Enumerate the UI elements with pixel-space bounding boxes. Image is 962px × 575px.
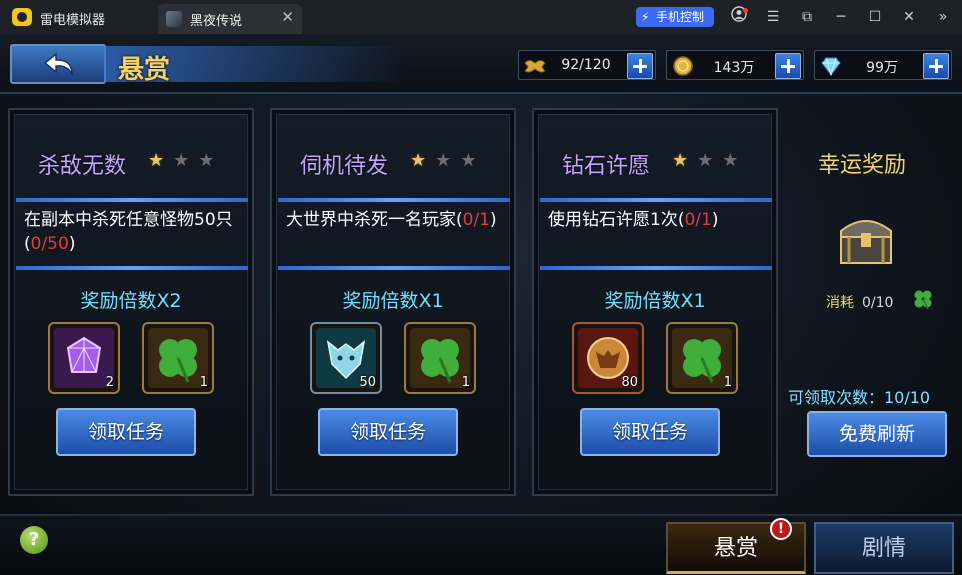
divider (540, 266, 772, 270)
close-icon[interactable]: ✕ (898, 6, 920, 28)
reward-item-gem[interactable]: 2 (48, 322, 120, 394)
divider (278, 266, 510, 270)
reward-multiplier: 奖励倍数X1 (342, 290, 444, 312)
reward-count: 1 (199, 375, 208, 390)
quest-card-2: 伺机待发 ★★★ 大世界中杀死一名玩家(0/1) 奖励倍数X1 50 1 领取任… (270, 108, 516, 496)
cost-value: 0/10 (862, 295, 894, 311)
divider (16, 198, 248, 202)
lightning-icon: ⚡ (641, 10, 650, 24)
emulator-title-bar: 雷电模拟器 黑夜传说 ✕ ⚡ 手机控制 ☰ ⧉ ─ ☐ ✕ » (0, 0, 962, 34)
reward-count: 80 (621, 375, 638, 390)
quest-stars: ★★★ (672, 150, 747, 171)
cost-label: 消耗 (826, 295, 854, 311)
quest-description: 大世界中杀死一名玩家(0/1) (286, 208, 510, 232)
reward-multiplier: 奖励倍数X2 (80, 290, 182, 312)
divider (540, 198, 772, 202)
quest-card-3: 钻石许愿 ★★★ 使用钻石许愿1次(0/1) 奖励倍数X1 80 1 领取任务 (532, 108, 778, 496)
star-icon: ★ (198, 150, 224, 171)
page-title: 悬赏 (118, 55, 171, 85)
star-icon: ★ (672, 150, 698, 171)
star-icon: ★ (148, 150, 174, 171)
stamina-icon (524, 60, 546, 73)
reward-multiplier: 奖励倍数X1 (604, 290, 706, 312)
lucky-reward-title: 幸运奖励 (818, 153, 907, 178)
reward-item-beast[interactable]: 80 (572, 322, 644, 394)
quest-desc-text: 使用钻石许愿1次( (548, 210, 685, 230)
clover-icon (914, 290, 932, 310)
tab-close-icon[interactable]: ✕ (281, 8, 294, 26)
stamina-value: 92/120 (561, 57, 611, 73)
quest-stars: ★★★ (410, 150, 485, 171)
reward-item-clover[interactable]: 1 (404, 322, 476, 394)
reward-count: 2 (105, 375, 114, 390)
gold-value: 143万 (713, 60, 755, 76)
star-icon: ★ (722, 150, 748, 171)
bottom-bar: ? 悬赏 剧情 (0, 514, 962, 575)
add-diamond-button[interactable] (923, 53, 949, 79)
tab-label: 黑夜传说 (190, 14, 243, 29)
quest-desc-text: 大世界中杀死一名玩家( (286, 210, 463, 230)
quest-title: 钻石许愿 (562, 154, 651, 179)
quest-title: 杀敌无数 (38, 154, 127, 179)
back-button[interactable] (10, 44, 106, 84)
quest-progress: 0/50 (30, 234, 69, 254)
reward-item-clover[interactable]: 1 (666, 322, 738, 394)
lucky-cost: 消耗 0/10 (826, 292, 893, 312)
reward-count: 50 (359, 375, 376, 390)
divider (16, 266, 248, 270)
quest-progress: 0/1 (684, 210, 712, 230)
add-gold-button[interactable] (775, 53, 801, 79)
quest-description: 在副本中杀死任意怪物50只(0/50) (24, 208, 248, 256)
quest-desc-suffix: ) (711, 210, 719, 230)
minimize-icon[interactable]: ─ (830, 6, 852, 28)
user-icon[interactable] (728, 6, 750, 28)
quest-progress: 0/1 (462, 210, 490, 230)
gold-coin-icon (673, 56, 693, 76)
star-icon: ★ (410, 150, 436, 171)
add-stamina-button[interactable] (627, 53, 653, 79)
phone-control-label: 手机控制 (656, 10, 705, 24)
tab-story[interactable]: 剧情 (814, 522, 954, 574)
quest-description: 使用钻石许愿1次(0/1) (548, 208, 772, 232)
star-icon: ★ (697, 150, 723, 171)
game-screen: 悬赏 92/120 143万 99万 杀敌无数 ★★★ 在副本中杀死任意怪物50… (0, 34, 962, 575)
accept-quest-button[interactable]: 领取任务 (580, 408, 720, 456)
reward-item-wolf[interactable]: 50 (310, 322, 382, 394)
game-tab-icon (166, 11, 182, 27)
free-refresh-button[interactable]: 免费刷新 (807, 411, 947, 457)
claims-remaining: 可领取次数：10/10 (788, 388, 931, 407)
back-arrow-icon (43, 52, 73, 76)
restore-icon[interactable]: ⧉ (796, 6, 818, 28)
quest-title: 伺机待发 (300, 154, 389, 179)
accept-quest-button[interactable]: 领取任务 (56, 408, 196, 456)
reward-count: 1 (461, 375, 470, 390)
gold-resource: 143万 (666, 50, 804, 80)
quest-stars: ★★★ (148, 150, 223, 171)
star-icon: ★ (173, 150, 199, 171)
quest-card-1: 杀敌无数 ★★★ 在副本中杀死任意怪物50只(0/50) 奖励倍数X2 2 1 … (8, 108, 254, 496)
divider (278, 198, 510, 202)
phone-control-button[interactable]: ⚡ 手机控制 (636, 7, 714, 27)
reward-count: 1 (723, 375, 732, 390)
diamond-value: 99万 (866, 60, 898, 76)
alert-badge-icon: ! (770, 518, 792, 540)
accept-quest-button[interactable]: 领取任务 (318, 408, 458, 456)
treasure-chest-icon[interactable] (835, 209, 897, 267)
star-icon: ★ (460, 150, 486, 171)
tab-game[interactable]: 黑夜传说 ✕ (158, 4, 302, 34)
stamina-resource: 92/120 (518, 50, 656, 80)
menu-icon[interactable]: ☰ (762, 6, 784, 28)
diamond-resource: 99万 (814, 50, 952, 80)
emulator-title: 雷电模拟器 (40, 13, 106, 28)
star-icon: ★ (435, 150, 461, 171)
maximize-icon[interactable]: ☐ (864, 6, 886, 28)
quest-desc-suffix: ) (68, 234, 76, 254)
reward-item-clover[interactable]: 1 (142, 322, 214, 394)
emulator-logo-icon (12, 8, 32, 26)
notification-dot (743, 8, 748, 13)
expand-icon[interactable]: » (932, 6, 954, 28)
help-button[interactable]: ? (20, 526, 48, 554)
diamond-icon (821, 57, 841, 77)
quest-desc-suffix: ) (490, 210, 497, 230)
